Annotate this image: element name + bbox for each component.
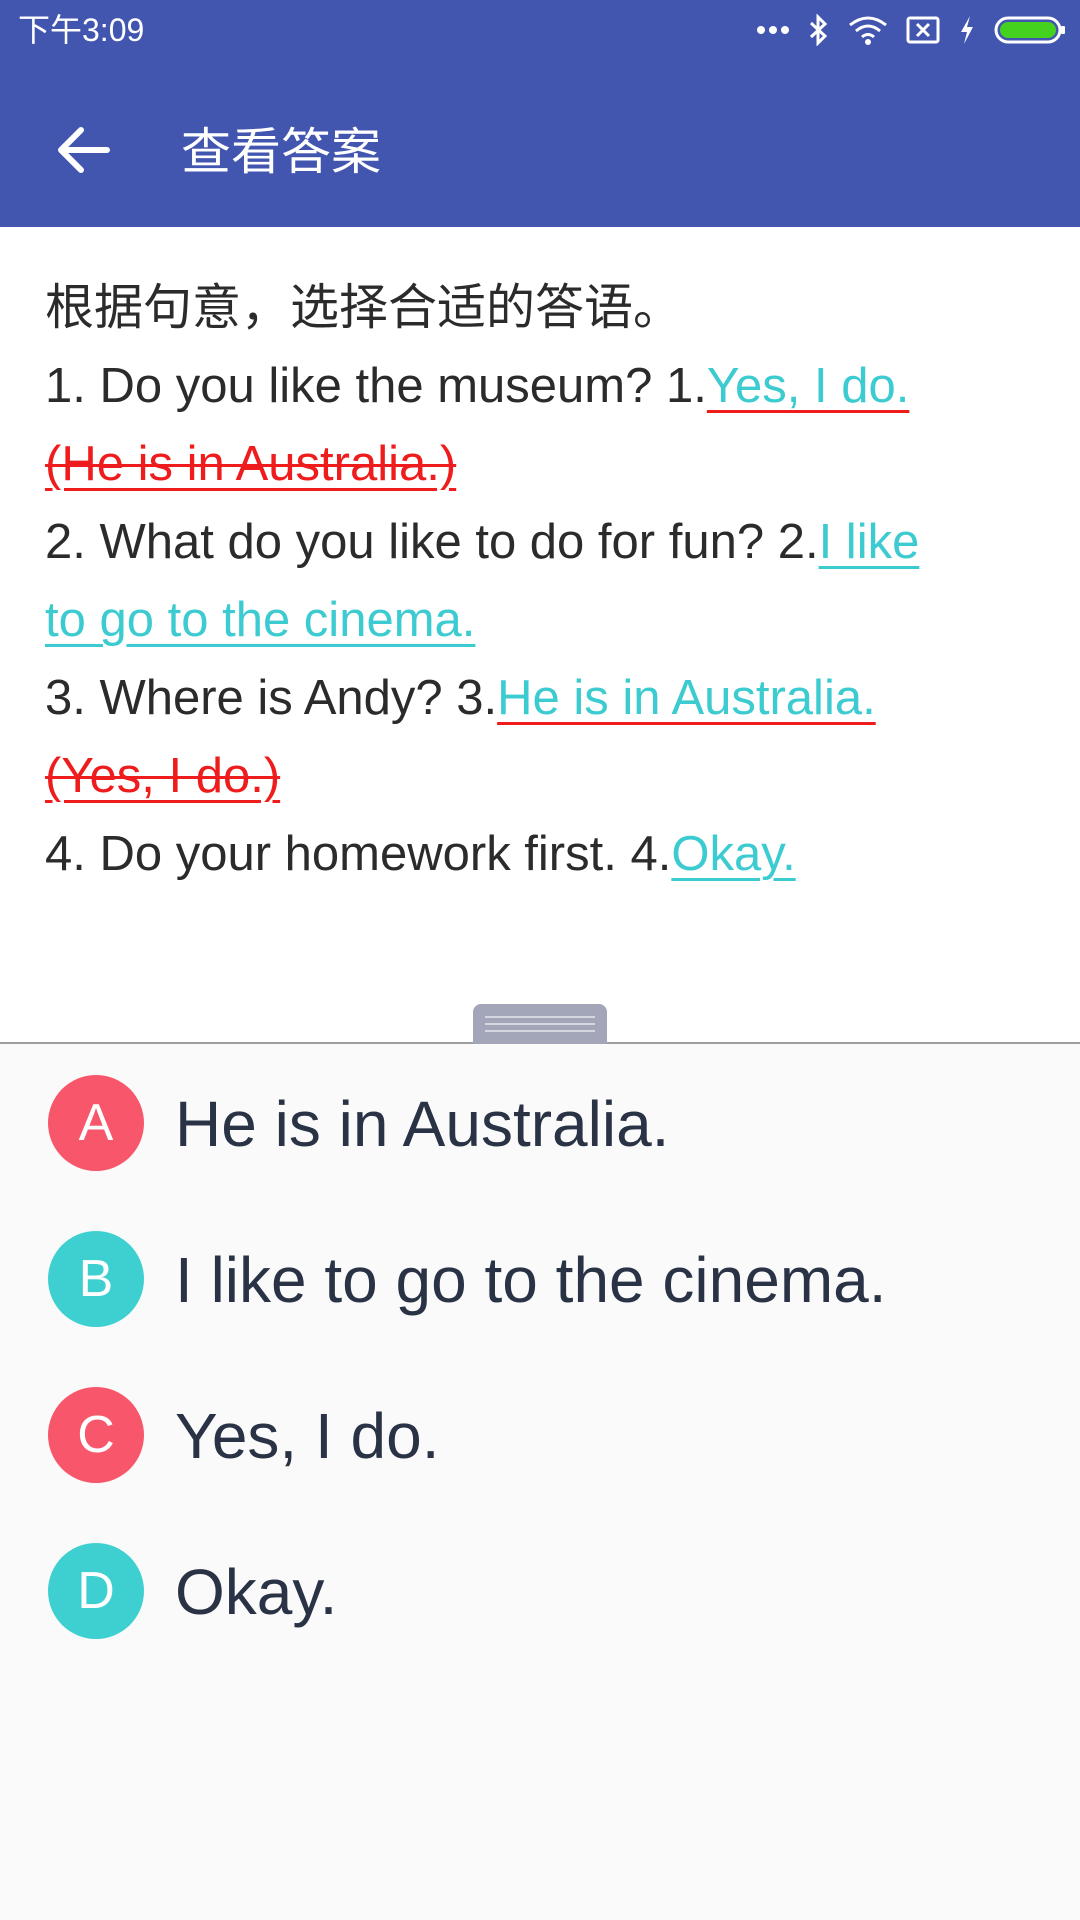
option-text-d: Okay.	[175, 1556, 338, 1628]
question-line-3: 3. Where is Andy? 3.He is in Australia.	[45, 659, 1045, 737]
option-badge-d: D	[48, 1543, 144, 1639]
sim-off-icon	[906, 15, 940, 45]
charging-icon	[958, 15, 976, 45]
question-area: 根据句意，选择合适的答语。 1. Do you like the museum?…	[0, 227, 1080, 1043]
option-text-c: Yes, I do.	[175, 1400, 440, 1472]
grip-line	[485, 1023, 595, 1025]
back-button[interactable]	[44, 112, 124, 192]
option-badge-a: A	[48, 1075, 144, 1171]
option-a[interactable]: A He is in Australia.	[0, 1044, 1080, 1200]
option-text-a: He is in Australia.	[175, 1088, 670, 1160]
question-prompt-1: 1. Do you like the museum? 1.	[45, 359, 707, 413]
option-c[interactable]: C Yes, I do.	[0, 1356, 1080, 1512]
question-prompt-2: 2. What do you like to do for fun? 2.	[45, 515, 819, 569]
answer-1: Yes, I do.	[706, 359, 910, 413]
answer-2-part-1: I like	[818, 515, 920, 569]
status-time: 下午3:09	[18, 12, 145, 48]
wifi-icon	[848, 15, 888, 45]
grip-line	[485, 1030, 595, 1032]
wrong-answer-3: (Yes, I do.)	[45, 749, 281, 803]
answer-3: He is in Australia.	[497, 671, 876, 725]
option-d[interactable]: D Okay.	[0, 1512, 1080, 1668]
question-instruction: 根据句意，选择合适的答语。	[45, 281, 683, 335]
grip-line	[485, 1016, 595, 1018]
bluetooth-icon	[808, 14, 830, 46]
question-prompt-4: 4. Do your homework first. 4.	[45, 827, 672, 881]
header: 下午3:09 查看答案	[0, 0, 1080, 227]
arrow-back-icon	[57, 125, 111, 179]
page-title: 查看答案	[181, 123, 381, 181]
status-icons	[756, 10, 1066, 50]
answer-2-part-2: to go to the cinema.	[45, 593, 476, 647]
answer-4: Okay.	[671, 827, 796, 881]
wrong-answer-1: (He is in Australia.)	[45, 437, 457, 491]
question-text: 根据句意，选择合适的答语。 1. Do you like the museum?…	[45, 269, 1045, 893]
option-badge-c: C	[48, 1387, 144, 1483]
app-bar: 查看答案	[0, 60, 1080, 227]
question-line-3-wrong: (Yes, I do.)	[45, 737, 1045, 815]
more-dots-icon	[756, 25, 790, 35]
question-line-1-wrong: (He is in Australia.)	[45, 425, 1045, 503]
option-text-b: I like to go to the cinema.	[175, 1244, 887, 1316]
option-badge-b: B	[48, 1231, 144, 1327]
question-line-2: 2. What do you like to do for fun? 2.I l…	[45, 503, 1045, 581]
question-line-1: 1. Do you like the museum? 1.Yes, I do.	[45, 347, 1045, 425]
question-prompt-3: 3. Where is Andy? 3.	[45, 671, 498, 725]
status-bar: 下午3:09	[0, 0, 1080, 60]
question-line-4: 4. Do your homework first. 4.Okay.	[45, 815, 1045, 893]
question-line-2-cont: to go to the cinema.	[45, 581, 1045, 659]
drag-handle[interactable]	[473, 1004, 607, 1044]
battery-icon	[994, 15, 1066, 45]
option-b[interactable]: B I like to go to the cinema.	[0, 1200, 1080, 1356]
